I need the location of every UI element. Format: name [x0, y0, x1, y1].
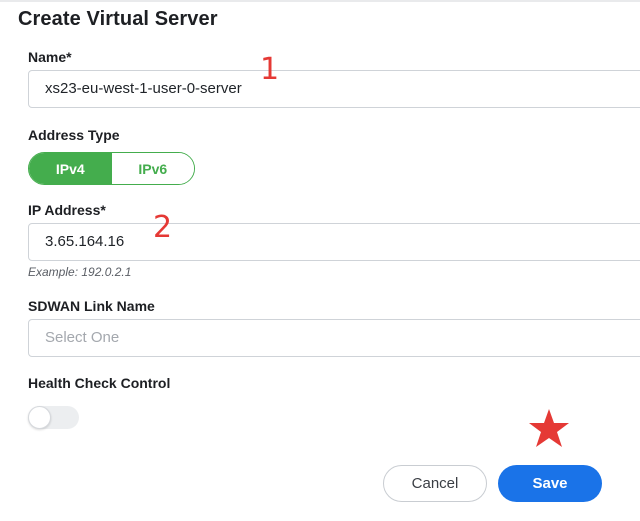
sdwan-link-select[interactable]: Select One	[28, 319, 640, 357]
ip-address-input[interactable]: 3.65.164.16	[28, 223, 640, 261]
sdwan-link-label: SDWAN Link Name	[28, 298, 155, 314]
annotation-number-1: 1	[260, 52, 280, 87]
health-check-toggle[interactable]	[28, 406, 79, 429]
ip-address-label: IP Address*	[28, 202, 106, 218]
name-input[interactable]: xs23-eu-west-1-user-0-server	[28, 70, 640, 108]
create-virtual-server-dialog: Create Virtual Server Name* xs23-eu-west…	[0, 0, 640, 521]
ipv6-option[interactable]: IPv6	[111, 153, 194, 184]
cancel-button[interactable]: Cancel	[383, 465, 487, 502]
name-label: Name*	[28, 49, 72, 65]
toggle-knob	[28, 406, 51, 429]
ipv4-option[interactable]: IPv4	[29, 153, 112, 184]
address-type-toggle: IPv4 IPv6	[28, 152, 195, 185]
annotation-number-2: 2	[153, 210, 173, 245]
address-type-label: Address Type	[28, 127, 120, 143]
health-check-label: Health Check Control	[28, 375, 171, 391]
star-icon	[529, 409, 569, 447]
ip-address-hint: Example: 192.0.2.1	[28, 265, 132, 279]
page-title: Create Virtual Server	[18, 8, 218, 30]
top-divider	[0, 0, 640, 2]
save-button[interactable]: Save	[498, 465, 602, 502]
